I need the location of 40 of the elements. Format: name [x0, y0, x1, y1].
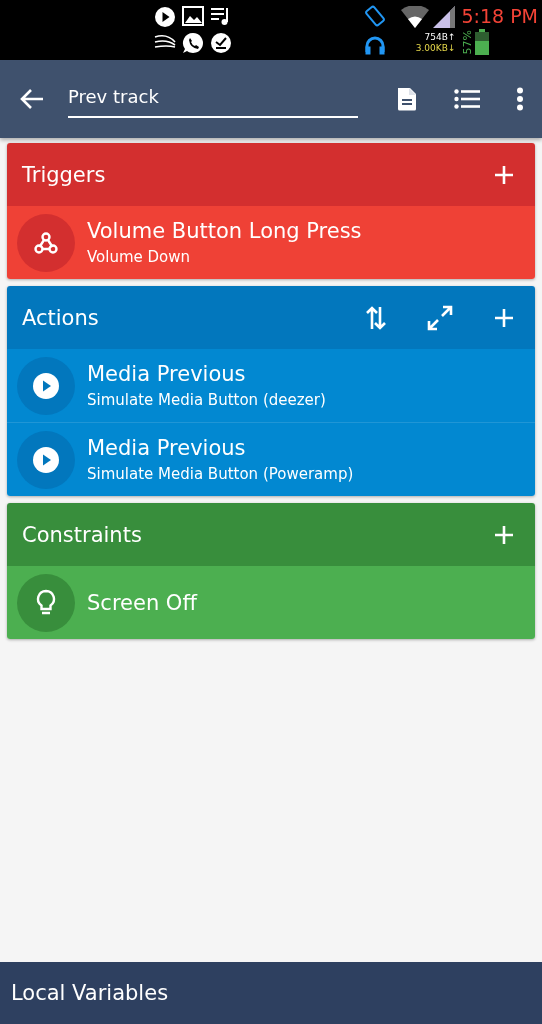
- list-item[interactable]: Media Previous Simulate Media Button (deezer): [7, 349, 535, 422]
- item-subtitle: Simulate Media Button (deezer): [87, 391, 326, 409]
- download-speed: 3.00KB↓: [415, 43, 456, 54]
- list-item[interactable]: Volume Button Long Press Volume Down: [7, 206, 535, 279]
- local-variables-label[interactable]: Local Variables: [11, 981, 169, 1005]
- screen-rotation-icon: [364, 5, 386, 27]
- item-subtitle: Volume Down: [87, 248, 192, 266]
- battery-icon: [475, 29, 490, 55]
- headphones-icon: [364, 35, 386, 55]
- list-item[interactable]: Media Previous Simulate Media Button (Poweramp): [7, 422, 535, 496]
- expand-icon[interactable]: [427, 304, 453, 331]
- check-circle-icon: [210, 32, 232, 54]
- image-icon: [182, 6, 204, 26]
- list-item[interactable]: Screen Off: [7, 566, 535, 639]
- clock: 5:18 PM: [461, 5, 538, 27]
- item-title: Screen Off: [87, 590, 197, 615]
- add-icon[interactable]: [493, 306, 515, 329]
- upload-speed: 754B↑: [424, 32, 456, 43]
- item-subtitle: Simulate Media Button (Poweramp): [87, 465, 354, 483]
- back-arrow-icon[interactable]: [20, 89, 44, 109]
- signal-icon: [433, 6, 456, 28]
- more-icon[interactable]: [516, 87, 524, 111]
- macro-name-field[interactable]: Prev track: [68, 80, 358, 118]
- add-icon[interactable]: [493, 163, 515, 186]
- item-title: Media Previous: [87, 436, 247, 460]
- phone-chat-icon: [182, 32, 204, 54]
- play-icon: [32, 371, 60, 400]
- play-icon: [32, 445, 60, 474]
- wifi-icon: [401, 6, 430, 28]
- add-icon[interactable]: [493, 523, 515, 546]
- item-title: Media Previous: [87, 362, 247, 386]
- swap-vertical-icon[interactable]: [365, 304, 387, 331]
- item-title: Volume Button Long Press: [87, 219, 362, 243]
- list-icon[interactable]: [454, 89, 480, 109]
- play-icon: [154, 6, 176, 28]
- section-title: Triggers: [22, 162, 106, 187]
- section-title: Constraints: [22, 522, 142, 547]
- document-icon[interactable]: [396, 86, 418, 112]
- battery-percent: 57%: [461, 29, 475, 55]
- section-title: Actions: [22, 305, 99, 330]
